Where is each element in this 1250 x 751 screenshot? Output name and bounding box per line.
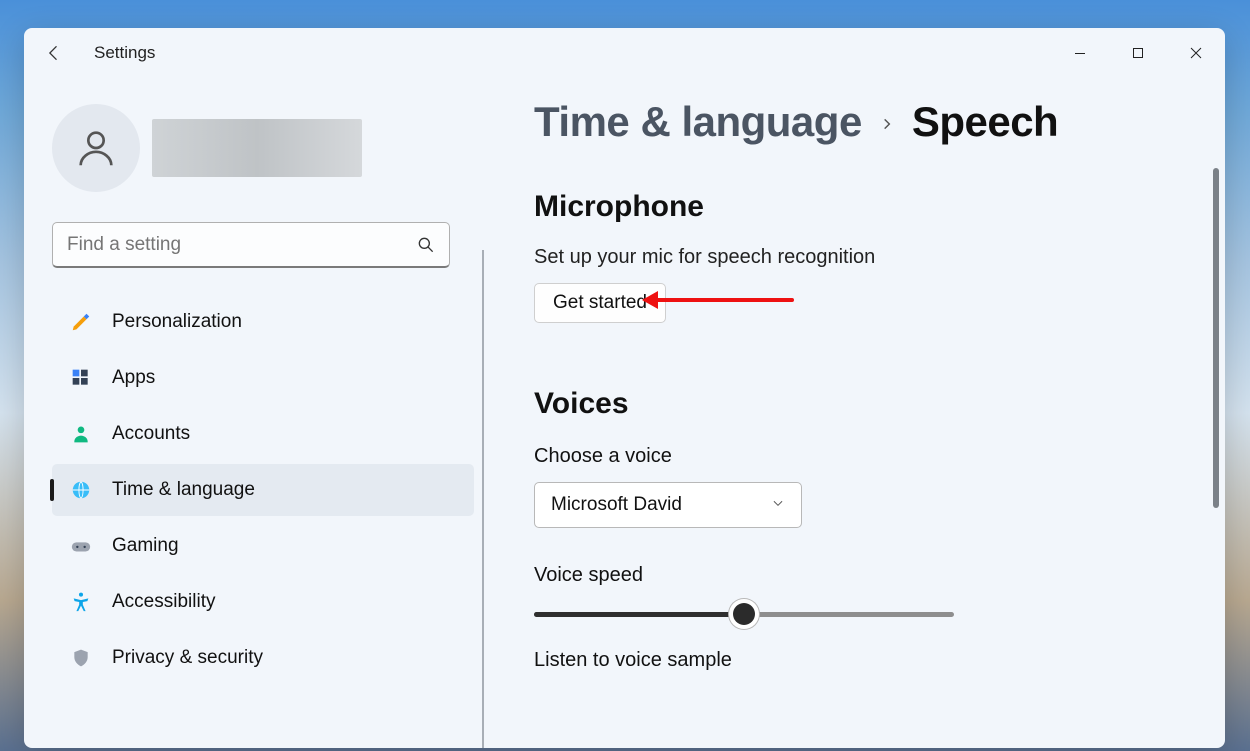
sidebar-item-accessibility[interactable]: Accessibility — [52, 576, 474, 628]
person-icon — [70, 423, 92, 445]
voice-select-value: Microsoft David — [551, 494, 682, 516]
slider-fill — [534, 612, 744, 617]
apps-icon — [70, 367, 92, 389]
search-icon — [416, 235, 436, 255]
sidebar-item-time-language[interactable]: Time & language — [52, 464, 474, 516]
sidebar-item-personalization[interactable]: Personalization — [52, 296, 474, 348]
nav-list: Personalization Apps Accounts — [52, 296, 474, 684]
sidebar: Personalization Apps Accounts — [24, 78, 484, 748]
sidebar-item-label: Time & language — [112, 479, 255, 501]
chevron-down-icon — [771, 494, 785, 516]
voice-sample-label: Listen to voice sample — [534, 649, 1195, 672]
sidebar-item-accounts[interactable]: Accounts — [52, 408, 474, 460]
sidebar-item-gaming[interactable]: Gaming — [52, 520, 474, 572]
app-title: Settings — [94, 43, 155, 63]
voice-speed-label: Voice speed — [534, 564, 1195, 587]
titlebar: Settings — [24, 28, 1225, 78]
window-controls — [1051, 28, 1225, 78]
sidebar-item-label: Gaming — [112, 535, 179, 557]
shield-icon — [70, 647, 92, 669]
chevron-right-icon — [880, 114, 894, 137]
accessibility-icon — [70, 591, 92, 613]
scrollbar[interactable] — [1213, 168, 1219, 508]
globe-clock-icon — [70, 479, 92, 501]
gamepad-icon — [70, 535, 92, 557]
paintbrush-icon — [70, 311, 92, 333]
voice-select[interactable]: Microsoft David — [534, 482, 802, 528]
sidebar-item-label: Apps — [112, 367, 155, 389]
avatar — [52, 104, 140, 192]
breadcrumb-parent[interactable]: Time & language — [534, 98, 862, 146]
voices-heading: Voices — [534, 387, 1195, 421]
sidebar-item-label: Privacy & security — [112, 647, 263, 669]
maximize-button[interactable] — [1109, 28, 1167, 78]
breadcrumb-current: Speech — [912, 98, 1058, 146]
microphone-heading: Microphone — [534, 190, 1195, 224]
user-name-placeholder — [152, 119, 362, 177]
breadcrumb: Time & language Speech — [534, 98, 1195, 146]
settings-window: Settings — [24, 28, 1225, 748]
choose-voice-label: Choose a voice — [534, 445, 1195, 468]
back-button[interactable] — [42, 41, 66, 65]
sidebar-item-apps[interactable]: Apps — [52, 352, 474, 404]
annotation-arrow — [644, 298, 794, 302]
search-input[interactable] — [52, 222, 450, 268]
microphone-description: Set up your mic for speech recognition — [534, 246, 1195, 269]
sidebar-item-label: Personalization — [112, 311, 242, 333]
minimize-button[interactable] — [1051, 28, 1109, 78]
close-button[interactable] — [1167, 28, 1225, 78]
sidebar-item-label: Accessibility — [112, 591, 215, 613]
sidebar-item-privacy[interactable]: Privacy & security — [52, 632, 474, 684]
slider-thumb[interactable] — [733, 603, 755, 625]
voice-speed-slider[interactable] — [534, 603, 954, 625]
user-header[interactable] — [52, 104, 474, 192]
content-pane: Time & language Speech Microphone Set up… — [484, 78, 1225, 748]
sidebar-item-label: Accounts — [112, 423, 190, 445]
